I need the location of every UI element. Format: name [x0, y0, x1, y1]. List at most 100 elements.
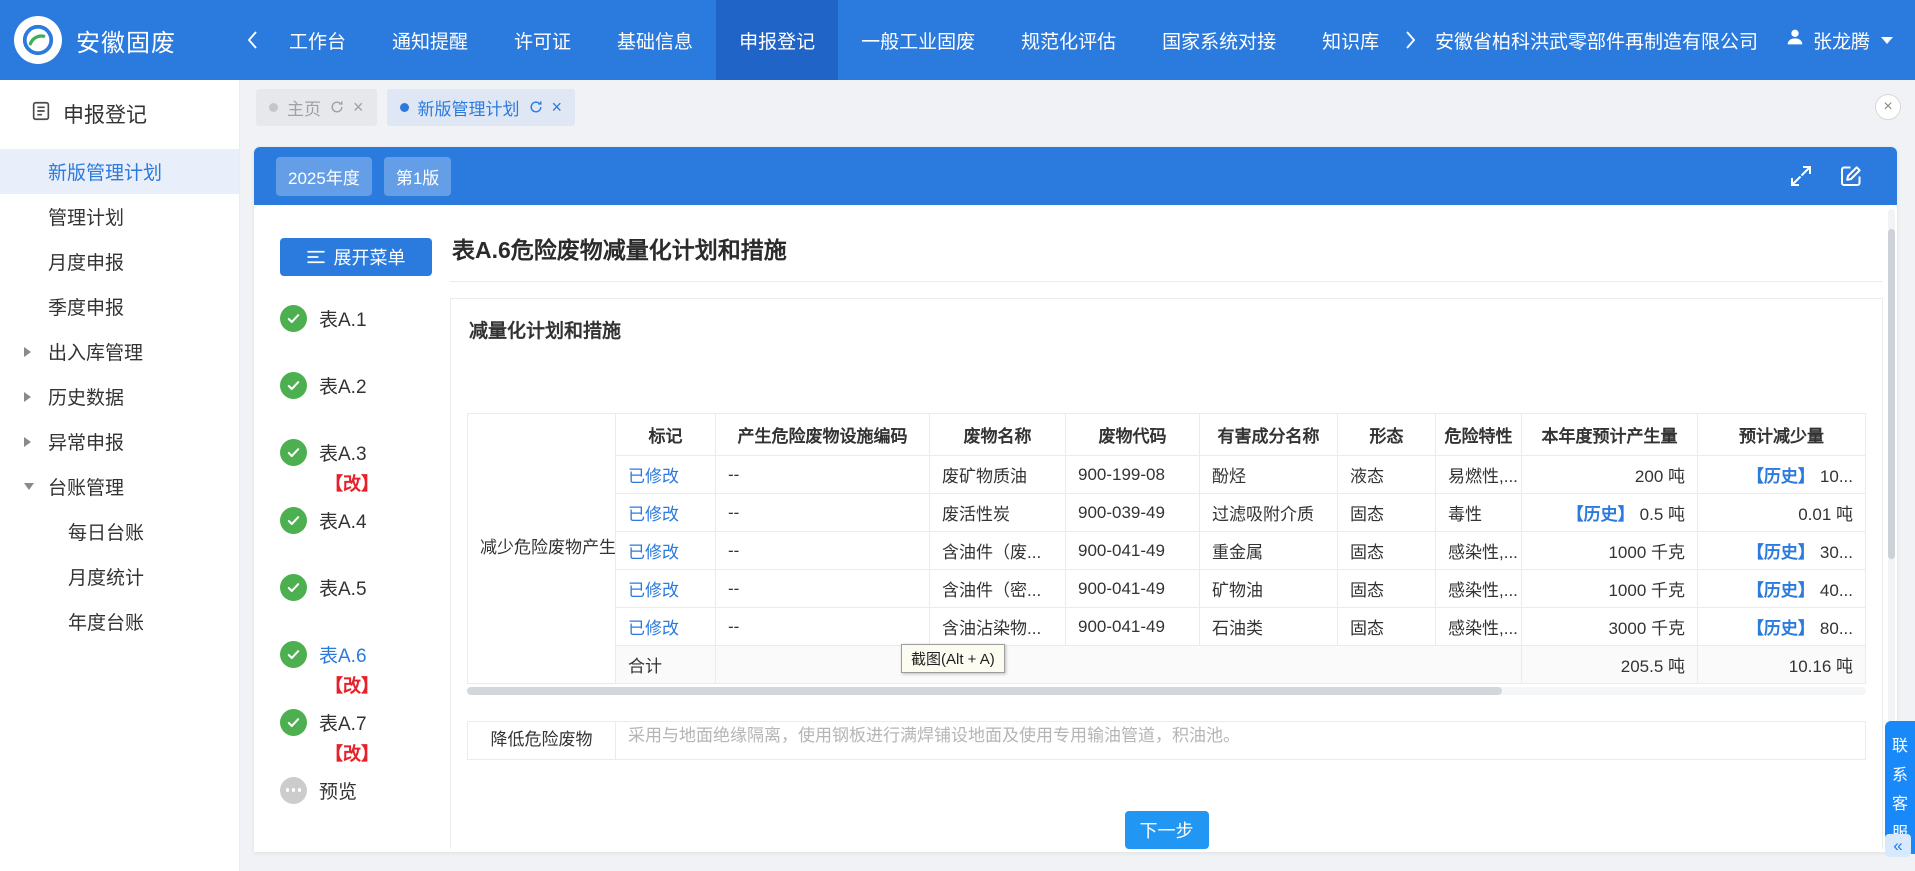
sidebar-title: 申报登记: [0, 80, 239, 143]
nav-item-basic-info[interactable]: 基础信息: [594, 0, 716, 80]
step-a4[interactable]: 表A.4: [280, 504, 450, 536]
component-cell: 酚烃: [1200, 456, 1338, 494]
nav-item-notifications[interactable]: 通知提醒: [369, 0, 491, 80]
hazard-cell: 感染性,...: [1436, 608, 1522, 646]
horizontal-scrollbar-thumb[interactable]: [467, 687, 1502, 695]
sidebar-item-inventory-management[interactable]: 出入库管理: [0, 329, 239, 374]
sidebar-item-historical-data[interactable]: 历史数据: [0, 374, 239, 419]
hazard-cell: 毒性: [1436, 494, 1522, 532]
form-cell: 固态: [1338, 608, 1436, 646]
step-a5[interactable]: 表A.5: [280, 571, 450, 603]
nav-item-workbench[interactable]: 工作台: [266, 0, 369, 80]
user-menu[interactable]: 张龙腾: [1784, 26, 1893, 54]
nav-item-declaration[interactable]: 申报登记: [716, 0, 838, 80]
form-cell: 固态: [1338, 570, 1436, 608]
step-a7[interactable]: 表A.7: [280, 706, 450, 738]
form-icon: [30, 100, 52, 128]
nav-scroll-right-icon[interactable]: [1405, 30, 1417, 50]
component-cell: 重金属: [1200, 532, 1338, 570]
hazard-cell: 感染性,...: [1436, 532, 1522, 570]
close-icon[interactable]: ×: [552, 98, 563, 116]
top-nav-bar: 安徽固废 工作台 通知提醒 许可证 基础信息 申报登记 一般工业固废 规范化评估…: [0, 0, 1915, 80]
app-logo-icon: [14, 16, 62, 64]
version-badge[interactable]: 第1版: [384, 157, 451, 196]
history-tag[interactable]: 【历史】: [1747, 467, 1815, 486]
reduce-amount-cell: 【历史】40...: [1698, 570, 1866, 608]
measure-text-cell[interactable]: 采用与地面绝缘隔离，使用钢板进行满焊铺设地面及使用专用输油管道，积油池。: [616, 722, 1866, 760]
nav-item-standard-assessment[interactable]: 规范化评估: [998, 0, 1139, 80]
tab-status-dot: [400, 103, 409, 112]
step-a2[interactable]: 表A.2: [280, 369, 450, 401]
facility-code-cell: --: [716, 532, 930, 570]
nav-item-general-industrial-waste[interactable]: 一般工业固废: [838, 0, 998, 80]
table-row: 已修改 -- 含油件（密... 900-041-49 矿物油 固态 感染性,..…: [468, 570, 1866, 608]
modified-link[interactable]: 已修改: [628, 543, 679, 562]
close-icon[interactable]: ×: [353, 98, 364, 116]
main-nav-menu: 工作台 通知提醒 许可证 基础信息 申报登记 一般工业固废 规范化评估 国家系统…: [266, 0, 1402, 80]
plan-panel: 减量化计划和措施 减少危险废物产生量的计划 标记: [450, 298, 1883, 849]
content-area: 主页 × 新版管理计划 × × 2025年度 第1版: [240, 80, 1915, 871]
history-tag[interactable]: 【历史】: [1747, 581, 1815, 600]
component-cell: 石油类: [1200, 608, 1338, 646]
sidebar-item-new-management-plan[interactable]: 新版管理计划: [0, 149, 239, 194]
history-tag[interactable]: 【历史】: [1747, 543, 1815, 562]
waste-name-cell: 废矿物质油: [930, 456, 1066, 494]
table-total-row: 合计 205.5 吨 10.16 吨: [468, 646, 1866, 684]
table-scroll-region: 减少危险废物产生量的计划 标记 产生危险废物设施编码 废物名称 废物代码 有害成…: [467, 413, 1866, 785]
step-a6[interactable]: 表A.6: [280, 638, 450, 670]
collapse-panel-icon[interactable]: «: [1885, 834, 1911, 857]
sidebar-item-monthly-declaration[interactable]: 月度申报: [0, 239, 239, 284]
column-header: 形态: [1338, 414, 1436, 456]
sidebar-item-abnormal-declaration[interactable]: 异常申报: [0, 419, 239, 464]
refresh-icon[interactable]: [529, 100, 543, 114]
modified-link[interactable]: 已修改: [628, 619, 679, 638]
next-step-button[interactable]: 下一步: [1125, 811, 1209, 849]
nav-scroll-left-icon[interactable]: [246, 30, 258, 50]
company-name[interactable]: 安徽省柏科洪武零部件再制造有限公司: [1435, 27, 1758, 54]
table-row: 降低危险废物 采用与地面绝缘隔离，使用钢板进行满焊铺设地面及使用专用输油管道，积…: [468, 722, 1866, 760]
table-row: 已修改 -- 含油件（废... 900-041-49 重金属 固态 感染性,..…: [468, 532, 1866, 570]
nav-item-knowledge-base[interactable]: 知识库: [1299, 0, 1402, 80]
refresh-icon[interactable]: [330, 100, 344, 114]
tab-new-management-plan[interactable]: 新版管理计划 ×: [387, 89, 576, 126]
chevron-right-icon: [24, 392, 31, 402]
total-empty-cell: [716, 646, 1522, 684]
table-row: 已修改 -- 含油沾染物... 900-041-49 石油类 固态 感染性,..…: [468, 608, 1866, 646]
modified-link[interactable]: 已修改: [628, 467, 679, 486]
sidebar-item-quarterly-declaration[interactable]: 季度申报: [0, 284, 239, 329]
table-header-row: 减少危险废物产生量的计划 标记 产生危险废物设施编码 废物名称 废物代码 有害成…: [468, 414, 1866, 456]
sidebar-item-management-plan[interactable]: 管理计划: [0, 194, 239, 239]
waste-name-cell: 含油沾染物...: [930, 608, 1066, 646]
table-row: 已修改 -- 废矿物质油 900-199-08 酚烃 液态 易燃性,... 20…: [468, 456, 1866, 494]
ellipsis-icon: [280, 777, 307, 804]
history-tag[interactable]: 【历史】: [1567, 505, 1635, 524]
card-body: 展开菜单 表A.1 表A.2 表A.3: [254, 205, 1897, 852]
column-header: 预计减少量: [1698, 414, 1866, 456]
sidebar-item-annual-ledger[interactable]: 年度台账: [0, 599, 239, 644]
step-a3[interactable]: 表A.3: [280, 436, 450, 468]
tab-home[interactable]: 主页 ×: [256, 89, 377, 126]
year-badge[interactable]: 2025年度: [276, 157, 372, 196]
fullscreen-icon[interactable]: [1789, 164, 1813, 188]
close-all-tabs-button[interactable]: ×: [1875, 94, 1901, 120]
step-a1[interactable]: 表A.1: [280, 302, 450, 334]
modified-link[interactable]: 已修改: [628, 581, 679, 600]
modified-link[interactable]: 已修改: [628, 505, 679, 524]
edit-icon[interactable]: [1839, 164, 1863, 188]
column-header: 危险特性: [1436, 414, 1522, 456]
reduce-amount-cell: 【历史】30...: [1698, 532, 1866, 570]
expand-menu-button[interactable]: 展开菜单: [280, 238, 432, 276]
nav-item-license[interactable]: 许可证: [491, 0, 594, 80]
sidebar-item-daily-ledger[interactable]: 每日台账: [0, 509, 239, 554]
column-header: 废物名称: [930, 414, 1066, 456]
waste-name-cell: 废活性炭: [930, 494, 1066, 532]
nav-item-national-system[interactable]: 国家系统对接: [1139, 0, 1299, 80]
history-tag[interactable]: 【历史】: [1747, 619, 1815, 638]
sidebar-item-monthly-stats[interactable]: 月度统计: [0, 554, 239, 599]
horizontal-scrollbar: [467, 687, 1866, 695]
modified-tag: 【改】: [325, 470, 450, 496]
step-preview[interactable]: 预览: [280, 774, 450, 806]
sidebar-item-ledger-management[interactable]: 台账管理: [0, 464, 239, 509]
vertical-scrollbar-thumb[interactable]: [1888, 229, 1895, 559]
hazard-reduction-table: 降低危险废物 采用与地面绝缘隔离，使用钢板进行满焊铺设地面及使用专用输油管道，积…: [467, 721, 1866, 760]
